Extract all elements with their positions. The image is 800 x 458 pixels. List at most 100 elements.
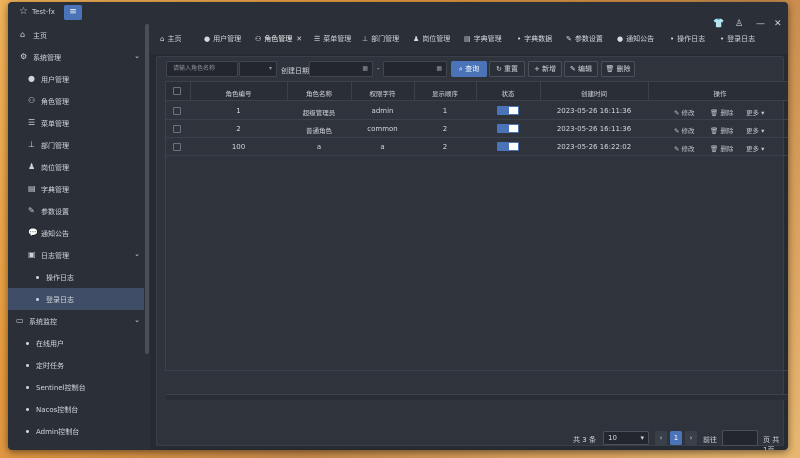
shirt-icon[interactable]: 👕 (713, 19, 724, 29)
sidebar-item-admin[interactable]: Admin控制台 (8, 420, 144, 442)
row-checkbox[interactable] (173, 125, 181, 133)
goto-page-input[interactable] (722, 430, 758, 446)
tab-menus[interactable]: ☰ 菜单管理 (314, 34, 351, 48)
sidebar-item-roles[interactable]: ⚇ 角色管理 (8, 90, 144, 112)
row-more-label: 更多 (746, 145, 759, 153)
header-role-id: 角色编号 (225, 90, 252, 98)
row-more-link[interactable]: 更多 ▾ (746, 143, 764, 153)
sidebar-item-nacos[interactable]: Nacos控制台 (8, 398, 144, 420)
sidebar: ⌂ 主页 ⚙ 系统管理 ⌄ ● 用户管理 ⚇ 角色管理 ☰ 菜单管理 ⊥ 部门管… (8, 24, 144, 450)
minimize-icon[interactable]: — (756, 19, 765, 29)
user-icon[interactable]: ♙ (735, 19, 743, 29)
sidebar-item-sentinel[interactable]: Sentinel控制台 (8, 376, 144, 398)
tab-label: 用户管理 (213, 35, 242, 43)
table-h-scrollbar[interactable] (166, 394, 788, 400)
table-row[interactable]: 1 超级管理员 admin 1 2023-05-26 16:11:36 ✎ 修改… (166, 102, 788, 120)
add-button[interactable]: + 新增 (528, 61, 562, 77)
tab-home[interactable]: ⌂ 主页 (160, 34, 181, 48)
tab-users[interactable]: ● 用户管理 (204, 34, 241, 48)
tab-login-log[interactable]: • 登录日志 (720, 34, 755, 48)
sidebar-item-users[interactable]: ● 用户管理 (8, 68, 144, 90)
sidebar-item-dict[interactable]: ▤ 字典管理 (8, 178, 144, 200)
row-edit-link[interactable]: ✎ 修改 (674, 143, 695, 153)
table-row[interactable]: 2 普通角色 common 2 2023-05-26 16:11:36 ✎ 修改… (166, 120, 788, 138)
tab-dict-data[interactable]: • 字典数据 (517, 34, 552, 48)
prev-page-button[interactable]: ‹ (655, 431, 667, 445)
sidebar-item-home[interactable]: ⌂ 主页 (8, 24, 144, 46)
reset-label: 重置 (504, 65, 519, 73)
sidebar-item-online[interactable]: 在线用户 (8, 332, 144, 354)
calendar-icon: ▦ (436, 65, 442, 72)
sidebar-item-depts[interactable]: ⊥ 部门管理 (8, 134, 144, 156)
table-row[interactable]: 100 a a 2 2023-05-26 16:22:02 ✎ 修改 🗑 删除 … (166, 138, 788, 156)
cell-created: 2023-05-26 16:22:02 (556, 143, 632, 151)
hamburger-menu-button[interactable]: ≡ (64, 5, 82, 20)
org-tree-icon: ⊥ (28, 140, 35, 149)
end-date-input[interactable]: ▦ (383, 61, 447, 77)
page-size-value: 10 (608, 434, 617, 442)
sidebar-item-menus[interactable]: ☰ 菜单管理 (8, 112, 144, 134)
query-button[interactable]: ⌕ 查询 (451, 61, 487, 77)
sidebar-item-posts[interactable]: ♟ 岗位管理 (8, 156, 144, 178)
row-more-link[interactable]: 更多 ▾ (746, 125, 764, 135)
role-name-search-input[interactable]: 请输入角色名称 (166, 61, 238, 77)
tab-params[interactable]: ✎ 参数设置 (566, 34, 603, 48)
row-more-link[interactable]: 更多 ▾ (746, 107, 764, 117)
close-icon[interactable]: ✕ (296, 35, 302, 43)
sidebar-item-notice[interactable]: 💬 通知公告 (8, 222, 144, 244)
start-date-input[interactable]: ▦ (309, 61, 373, 77)
sidebar-item-oper-log[interactable]: 操作日志 (8, 266, 144, 288)
chevron-down-icon: ▾ (761, 127, 765, 135)
sidebar-item-label: 主页 (33, 32, 47, 40)
status-toggle[interactable] (497, 142, 519, 151)
edit-button[interactable]: ✎ 编辑 (564, 61, 598, 77)
row-delete-link[interactable]: 🗑 删除 (710, 143, 733, 153)
row-checkbox[interactable] (173, 107, 181, 115)
status-toggle[interactable] (497, 124, 519, 133)
sidebar-item-jobs[interactable]: 定时任务 (8, 354, 144, 376)
users-icon: ⚇ (255, 35, 262, 43)
page-size-select[interactable]: 10 ▾ (603, 431, 649, 445)
tab-depts[interactable]: ⊥ 部门管理 (362, 34, 399, 48)
select-all-checkbox[interactable] (173, 87, 181, 95)
chat-icon: ● (617, 35, 624, 43)
tab-dict[interactable]: ▤ 字典管理 (464, 34, 502, 48)
status-toggle[interactable] (497, 106, 519, 115)
sidebar-item-monitor[interactable]: ▭ 系统监控 ⌄ (8, 310, 144, 332)
post-icon: ♟ (413, 35, 420, 43)
chevron-down-icon: ▾ (640, 434, 644, 442)
reset-button[interactable]: ↻ 重置 (489, 61, 525, 77)
sidebar-item-label: Admin控制台 (36, 428, 80, 436)
delete-button[interactable]: 🗑 删除 (601, 61, 635, 77)
sidebar-item-login-log[interactable]: 登录日志 (8, 288, 144, 310)
cell-created: 2023-05-26 16:11:36 (556, 107, 632, 115)
edit-icon: ✎ (566, 35, 572, 43)
status-select[interactable]: ▾ (239, 61, 277, 77)
sidebar-item-label: 用户管理 (41, 76, 69, 84)
chat-icon: 💬 (28, 228, 38, 237)
sidebar-item-params[interactable]: ✎ 参数设置 (8, 200, 144, 222)
row-edit-link[interactable]: ✎ 修改 (674, 125, 695, 135)
toggle-knob (509, 143, 518, 150)
cell-role-name: a (316, 143, 322, 151)
sidebar-item-label: 角色管理 (41, 98, 69, 106)
app-title: Test-fx (32, 8, 55, 16)
next-page-button[interactable]: › (685, 431, 697, 445)
row-checkbox[interactable] (173, 143, 181, 151)
page-1-button[interactable]: 1 (670, 431, 682, 445)
menu-list-icon: ☰ (28, 118, 36, 127)
row-delete-link[interactable]: 🗑 删除 (710, 107, 733, 117)
sidebar-item-system[interactable]: ⚙ 系统管理 ⌄ (8, 46, 144, 68)
plus-icon: + (533, 65, 540, 73)
sidebar-item-label: 系统管理 (33, 54, 61, 62)
row-delete-link[interactable]: 🗑 删除 (710, 125, 733, 135)
tab-posts[interactable]: ♟ 岗位管理 (413, 34, 450, 48)
close-icon[interactable]: ✕ (774, 19, 782, 29)
header-created: 创建时间 (581, 90, 607, 98)
sidebar-scrollbar[interactable] (145, 24, 149, 354)
tab-notice[interactable]: ● 通知公告 (617, 34, 654, 48)
sidebar-item-logs[interactable]: ▣ 日志管理 ⌄ (8, 244, 144, 266)
tab-oper-log[interactable]: • 操作日志 (670, 34, 705, 48)
row-edit-link[interactable]: ✎ 修改 (674, 107, 695, 117)
tab-roles[interactable]: ⚇ 角色管理 ✕ (255, 34, 302, 48)
